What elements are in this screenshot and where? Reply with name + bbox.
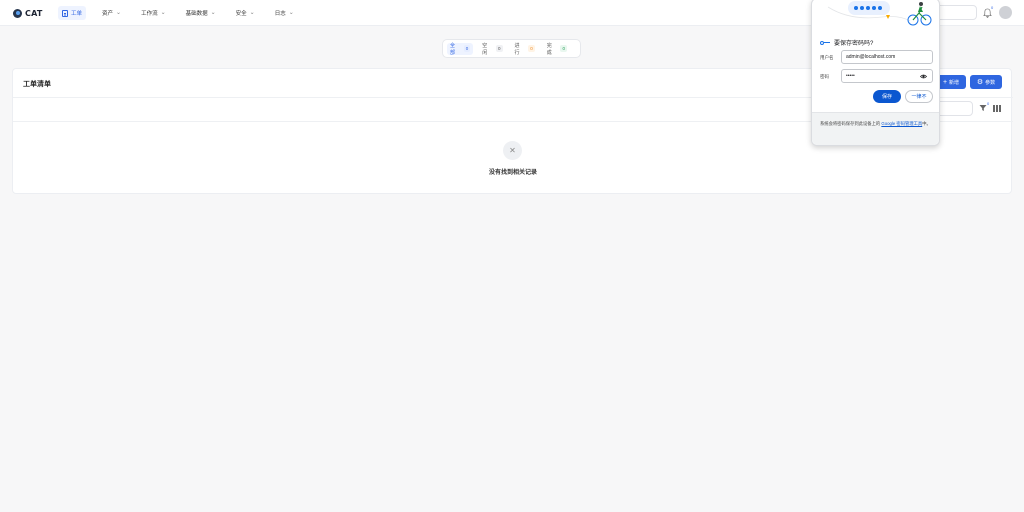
nav-item-assets[interactable]: 资产 ⌄ bbox=[98, 6, 125, 20]
nav-item-logs[interactable]: 日志 ⌄ bbox=[271, 6, 298, 20]
nav-item-label: 日志 bbox=[274, 11, 286, 17]
question-text: 要保存密码吗? bbox=[834, 41, 874, 47]
nav-item-label: 基础数据 bbox=[185, 11, 208, 17]
gear-icon: ⚙ bbox=[976, 78, 984, 86]
add-button-label: 新增 bbox=[949, 79, 960, 86]
status-filter-tabs: 全部 0 空闲 0 进行 0 完成 0 bbox=[442, 39, 581, 58]
nav-item-security[interactable]: 安全 ⌄ bbox=[232, 6, 259, 20]
app-name: CAT bbox=[25, 8, 43, 18]
chevron-down-icon: ⌄ bbox=[249, 9, 255, 16]
tab-count: 0 bbox=[560, 45, 567, 52]
columns-icon[interactable] bbox=[993, 105, 1001, 112]
global-search-input[interactable] bbox=[936, 5, 977, 20]
password-value: ••••• bbox=[846, 73, 855, 79]
footer-text: 系统会将密码保存到此设备上的 bbox=[820, 121, 881, 126]
never-button[interactable]: 一律不 bbox=[905, 90, 933, 103]
nav-item-label: 工作流 bbox=[141, 11, 158, 17]
password-field[interactable]: ••••• bbox=[841, 69, 933, 83]
tab-count: 0 bbox=[463, 45, 471, 52]
save-password-dialog: 要保存密码吗? 用户名 admin@localhost.com 密码 •••••… bbox=[811, 0, 940, 146]
tab-label: 完成 bbox=[546, 42, 552, 56]
tab-all[interactable]: 全部 0 bbox=[447, 42, 474, 56]
chevron-down-icon: ⌄ bbox=[210, 9, 216, 16]
key-icon bbox=[820, 40, 830, 45]
tab-idle[interactable]: 空闲 0 bbox=[479, 42, 505, 56]
plus-icon: + bbox=[942, 78, 948, 86]
footer-suffix: 中。 bbox=[922, 121, 931, 126]
password-label: 密码 bbox=[820, 74, 829, 79]
tab-in-progress[interactable]: 进行 0 bbox=[512, 42, 538, 56]
logo-icon bbox=[13, 8, 22, 18]
chevron-down-icon: ⌄ bbox=[160, 9, 166, 16]
nav-item-label: 资产 bbox=[102, 11, 114, 17]
tab-label: 空闲 bbox=[482, 42, 488, 56]
app-logo[interactable]: CAT bbox=[13, 7, 43, 19]
tab-label: 全部 bbox=[450, 42, 456, 56]
params-button[interactable]: ⚙ 参数 bbox=[970, 75, 1002, 89]
save-password-question: 要保存密码吗? bbox=[820, 38, 873, 47]
document-icon bbox=[62, 9, 68, 17]
eye-icon[interactable] bbox=[920, 73, 927, 80]
avatar[interactable] bbox=[999, 6, 1012, 19]
chevron-down-icon: ⌄ bbox=[116, 9, 122, 16]
tab-count: 0 bbox=[528, 45, 535, 52]
save-password-button[interactable]: 保存 bbox=[873, 90, 901, 103]
page-title: 工单清单 bbox=[23, 81, 51, 88]
nav-item-workorder[interactable]: 工单 bbox=[58, 6, 87, 20]
tab-count: 0 bbox=[495, 45, 503, 52]
username-field[interactable]: admin@localhost.com bbox=[841, 50, 933, 64]
tab-label: 进行 bbox=[514, 42, 520, 56]
add-button[interactable]: + 新增 bbox=[936, 75, 966, 89]
nav-item-basedata[interactable]: 基础数据 ⌄ bbox=[182, 6, 220, 20]
nav-item-workflow[interactable]: 工作流 ⌄ bbox=[137, 6, 170, 20]
notification-count: 0 bbox=[991, 5, 994, 10]
dialog-footer: 系统会将密码保存到此设备上的 Google 密码管理工具中。 bbox=[812, 112, 939, 145]
empty-state-text: 没有找到相关记录 bbox=[488, 170, 537, 176]
chevron-down-icon: ⌄ bbox=[288, 9, 294, 16]
close-icon: ✕ bbox=[503, 141, 522, 160]
tab-done[interactable]: 完成 0 bbox=[544, 42, 570, 56]
main-nav: 工单 资产 ⌄ 工作流 ⌄ 基础数据 ⌄ 安全 ⌄ 日志 ⌄ bbox=[58, 6, 310, 20]
bicycle-illustration-icon bbox=[827, 1, 932, 26]
nav-item-label: 工单 bbox=[71, 11, 83, 17]
username-value: admin@localhost.com bbox=[846, 54, 896, 60]
password-manager-link[interactable]: Google 密码管理工具 bbox=[881, 121, 922, 126]
filter-icon[interactable] bbox=[979, 104, 987, 112]
filter-count: 0 bbox=[987, 101, 990, 106]
username-label: 用户名 bbox=[820, 55, 834, 60]
params-button-label: 参数 bbox=[985, 79, 996, 86]
nav-item-label: 安全 bbox=[235, 11, 247, 17]
